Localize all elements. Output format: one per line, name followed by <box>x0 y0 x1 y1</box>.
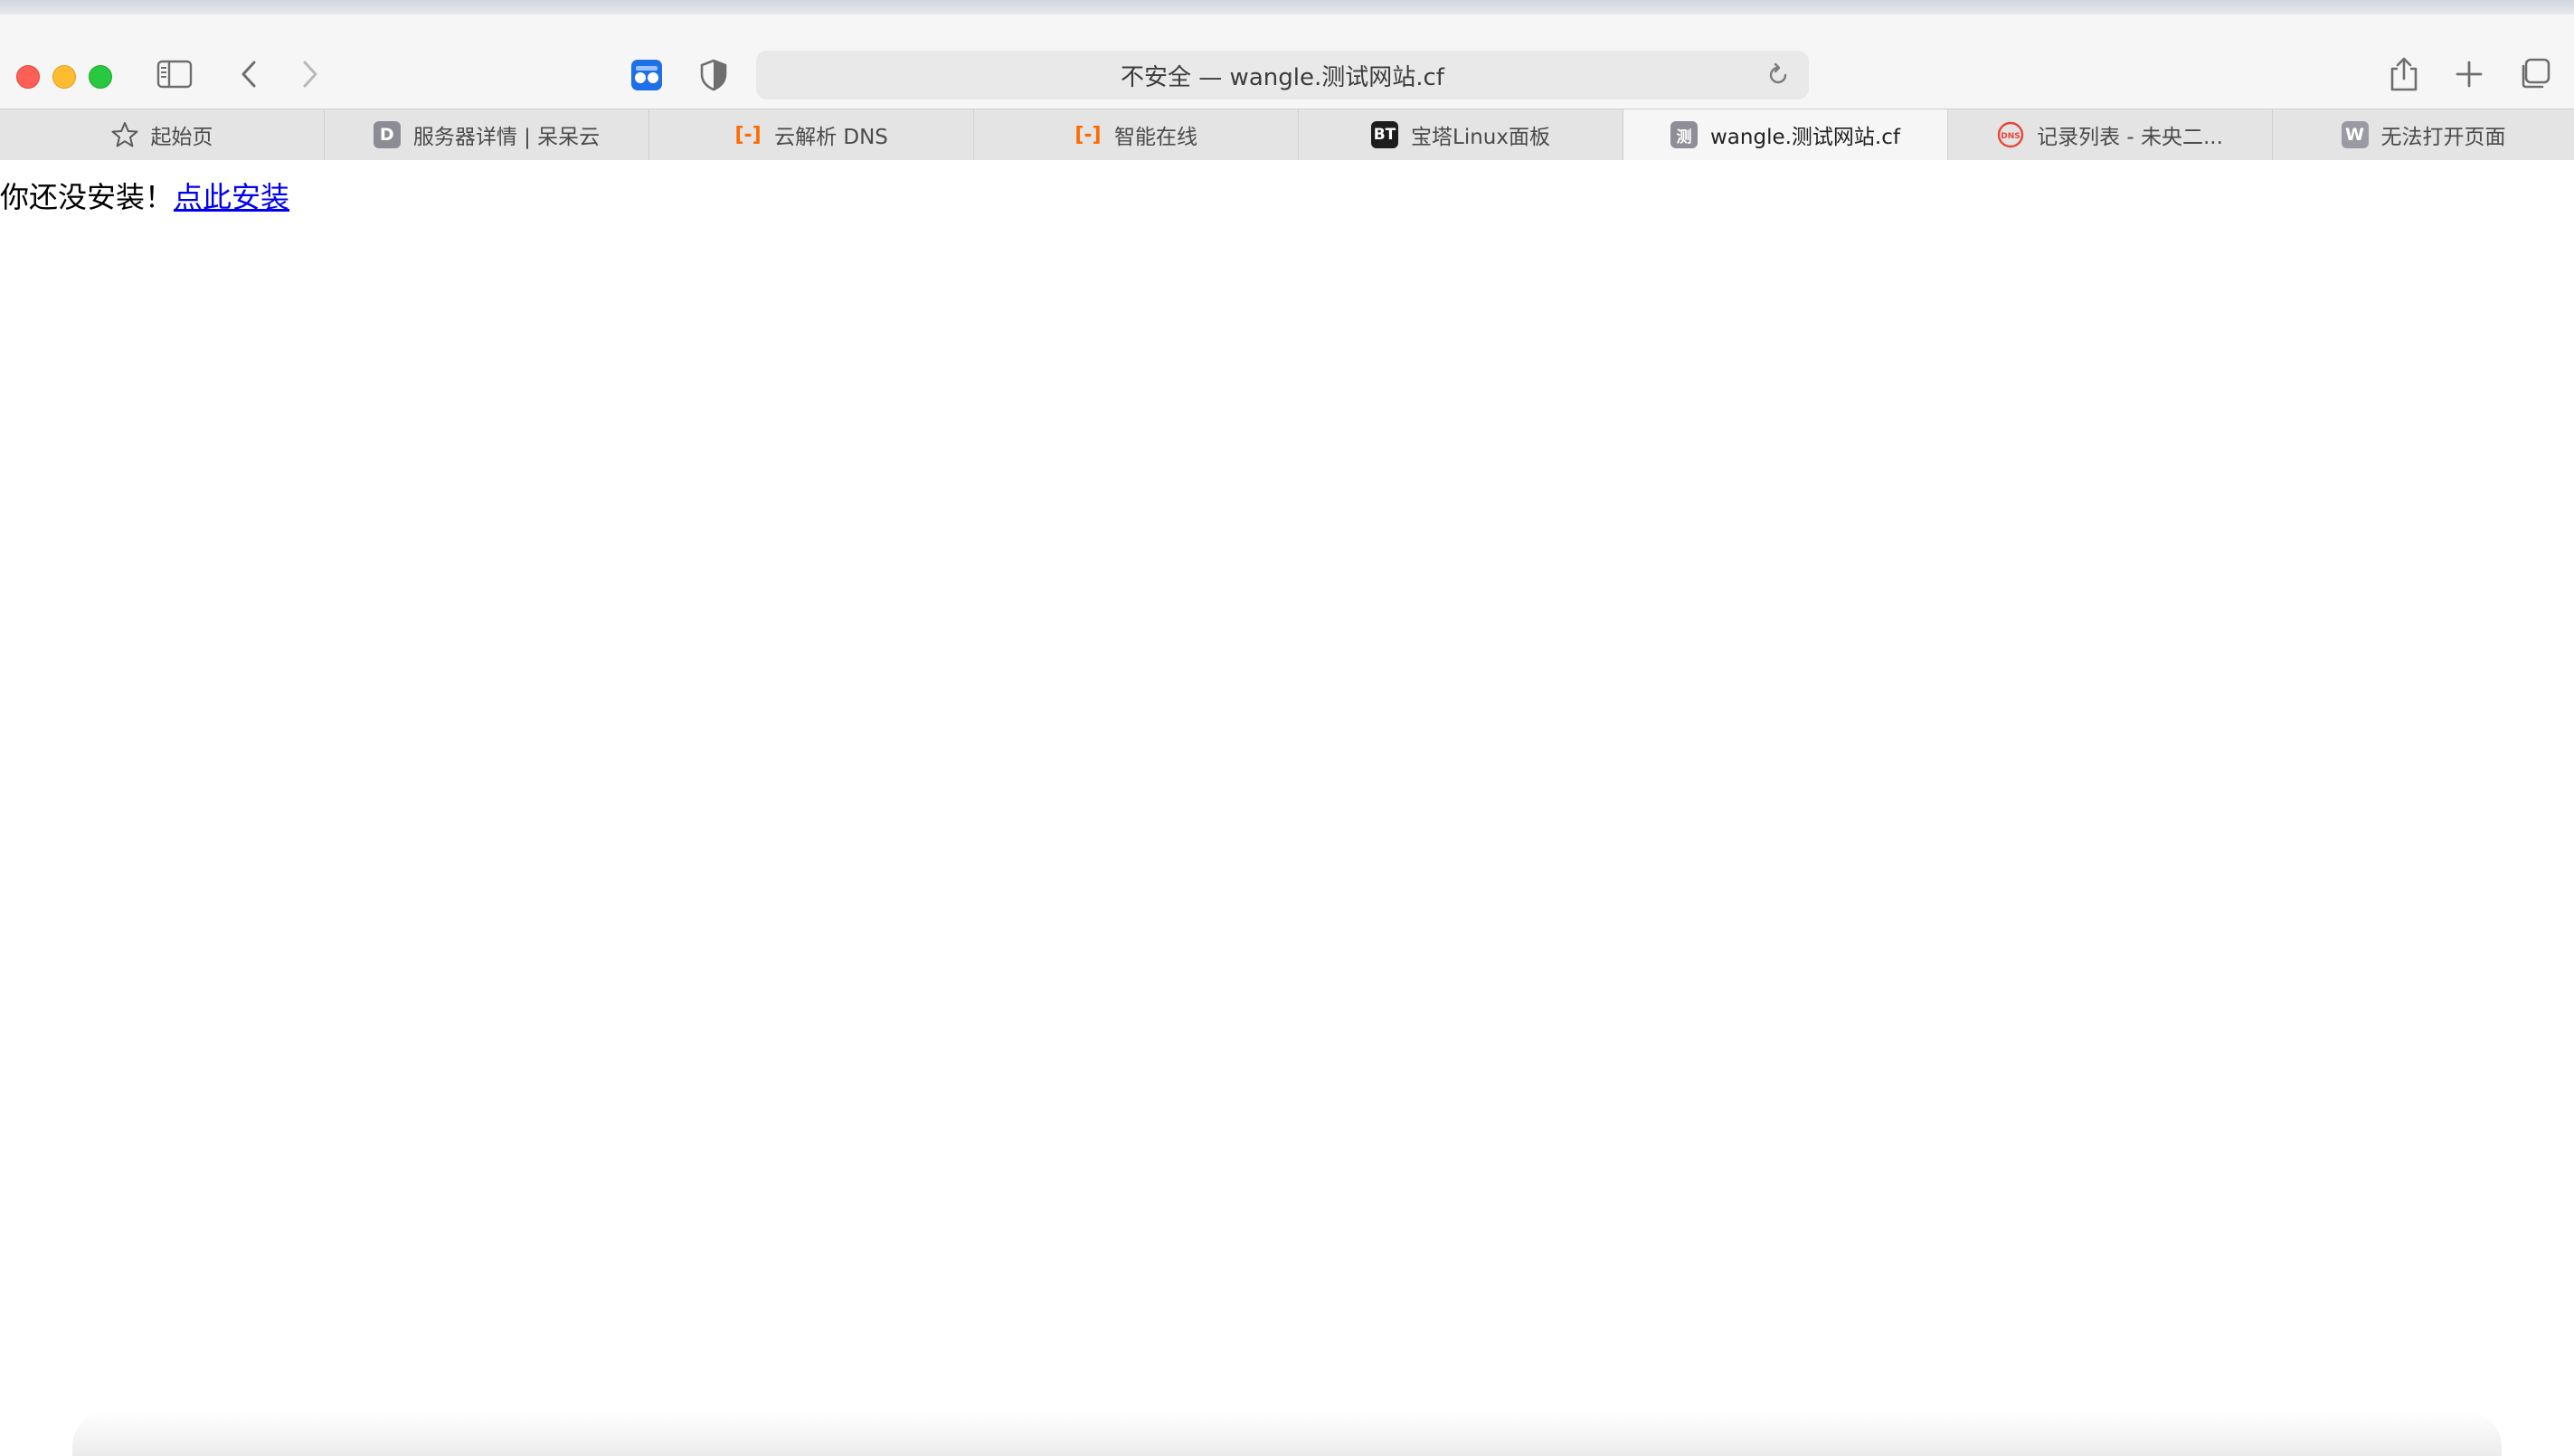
forward-button[interactable] <box>295 58 326 90</box>
tab-label: 服务器详情 | 呆呆云 <box>412 126 601 149</box>
chevron-right-icon <box>303 61 317 88</box>
tab-label: 记录列表 - 未央二... <box>2037 126 2223 149</box>
tab-label: 智能在线 <box>1114 126 1197 149</box>
sidebar-toggle-button[interactable] <box>156 58 194 90</box>
aliyun-logo-icon: [-] <box>1074 123 1102 147</box>
tab-active-site[interactable]: 测 wangle.测试网站.cf <box>1623 109 1948 160</box>
share-icon <box>2390 57 2418 91</box>
tab-label: 宝塔Linux面板 <box>1411 126 1550 149</box>
tab-label: 云解析 DNS <box>774 126 888 149</box>
star-icon <box>111 121 138 148</box>
privacy-report-button[interactable] <box>696 58 731 92</box>
back-button[interactable] <box>233 58 264 90</box>
extension-button[interactable] <box>629 58 664 92</box>
tab-smart-online[interactable]: [-] 智能在线 <box>974 109 1299 160</box>
tab-cloud-dns[interactable]: [-] 云解析 DNS <box>649 109 974 160</box>
window-bottom-shadow <box>72 1411 2502 1456</box>
shield-icon <box>700 59 727 91</box>
tab-server-details[interactable]: D 服务器详情 | 呆呆云 <box>325 109 649 160</box>
not-installed-text: 你还没安装！ <box>0 180 175 214</box>
reload-button[interactable] <box>1765 62 1791 94</box>
tab-label: 起始页 <box>150 126 213 149</box>
page-content: 你还没安装！点此安装 <box>0 160 2574 1456</box>
tab-record-list[interactable]: DNS 记录列表 - 未央二... <box>1948 109 2273 160</box>
tab-bt-panel[interactable]: BT 宝塔Linux面板 <box>1299 109 1623 160</box>
zoom-window-button[interactable] <box>89 65 112 89</box>
site-favicon-icon: W <box>2341 121 2369 148</box>
bt-logo-icon: BT <box>1371 121 1398 148</box>
tab-overview-icon <box>2522 58 2550 89</box>
install-link[interactable]: 点此安装 <box>174 180 289 214</box>
tab-label: wangle.测试网站.cf <box>1710 126 1900 149</box>
system-menubar <box>0 0 2574 15</box>
tab-start-page[interactable]: 起始页 <box>0 109 325 160</box>
address-text: 不安全 — wangle.测试网站.cf <box>1121 63 1444 91</box>
tab-bar: 起始页 D 服务器详情 | 呆呆云 [-] 云解析 DNS [-] 智能在线 B… <box>0 109 2574 161</box>
reload-icon <box>1769 62 1787 84</box>
chevron-left-icon <box>241 61 256 88</box>
close-window-button[interactable] <box>16 65 40 89</box>
tab-label: 无法打开页面 <box>2380 126 2506 149</box>
share-button[interactable] <box>2386 54 2422 94</box>
minimize-window-button[interactable] <box>52 65 76 89</box>
plus-icon <box>2456 61 2483 88</box>
svg-text:DNS: DNS <box>2001 132 2020 141</box>
dns-logo-icon: DNS <box>1997 121 2024 148</box>
extension-icon <box>631 60 662 90</box>
aliyun-logo-icon: [-] <box>734 123 762 147</box>
tab-cannot-open[interactable]: W 无法打开页面 <box>2273 109 2574 160</box>
tab-overview-button[interactable] <box>2516 56 2552 92</box>
new-tab-button[interactable] <box>2451 56 2487 92</box>
install-message: 你还没安装！点此安装 <box>0 160 2574 216</box>
browser-toolbar: 不安全 — wangle.测试网站.cf <box>0 14 2574 109</box>
address-bar[interactable]: 不安全 — wangle.测试网站.cf <box>756 51 1809 99</box>
site-favicon-icon: D <box>373 121 401 148</box>
site-favicon-icon: 测 <box>1670 121 1698 148</box>
sidebar-icon <box>156 60 193 89</box>
